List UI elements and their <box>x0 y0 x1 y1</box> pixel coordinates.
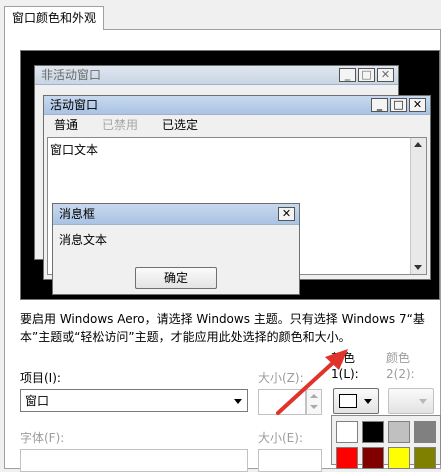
arrow-shaft <box>276 358 338 415</box>
annotation-arrow <box>276 349 348 415</box>
tab-label: 窗口颜色和外观 <box>11 11 96 25</box>
tab-window-color-appearance[interactable]: 窗口颜色和外观 <box>4 6 104 30</box>
